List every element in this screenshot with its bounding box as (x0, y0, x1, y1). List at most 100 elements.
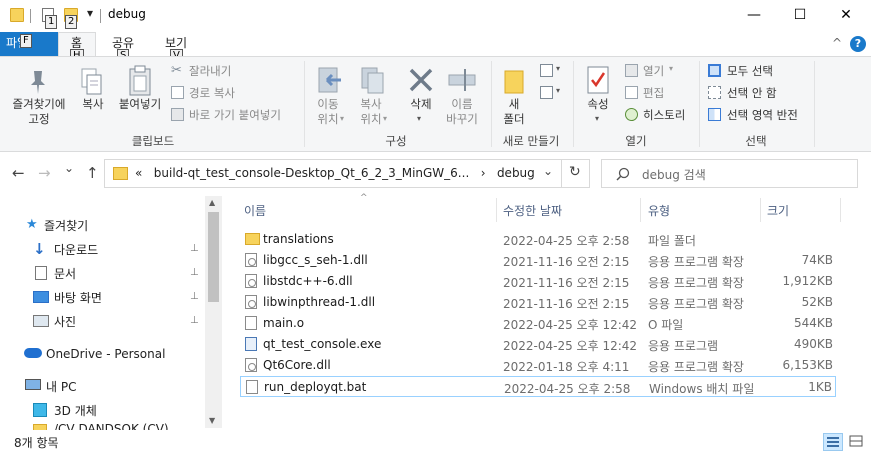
chevron-down-icon: ▾ (417, 114, 422, 123)
cell-type: 응용 프로그램 확장 (648, 360, 744, 374)
cell-name: libgcc_s_seh-1.dll (263, 253, 368, 267)
group-label-new: 새로 만들기 (502, 134, 560, 148)
paste-icon (129, 65, 151, 96)
large-icons-view-icon (849, 435, 863, 447)
delete-icon (409, 68, 433, 92)
recent-locations-button[interactable]: ⌄ (64, 161, 74, 175)
table-row[interactable]: qt_test_console.exe 2022-04-25 오후 12:42 응용… (240, 334, 836, 355)
scrollbar-thumb[interactable] (208, 212, 219, 302)
table-row[interactable]: run_deployqt.bat 2022-04-25 오후 2:58 Window… (240, 376, 836, 397)
quick-access-dropdown[interactable]: ▾ (87, 6, 93, 20)
cell-type: 응용 프로그램 확장 (648, 276, 744, 290)
search-icon (616, 167, 630, 181)
group-label-select: 선택 (745, 134, 767, 148)
select-none-icon (708, 86, 721, 99)
edit-icon (625, 86, 638, 99)
address-path[interactable]: « build-qt_test_console-Desktop_Qt_6_2_3… (135, 166, 535, 180)
paste-label: 붙여넣기 (118, 97, 162, 111)
pin-icon: ⊥ (190, 267, 199, 278)
group-label-open: 열기 (625, 134, 647, 148)
help-button[interactable]: ? (850, 36, 866, 52)
close-button[interactable]: ✕ (823, 0, 869, 32)
nav-item-label: 내 PC (46, 380, 77, 394)
back-button[interactable]: ← (12, 164, 25, 182)
cell-size: 1,912KB (782, 274, 833, 288)
file-icon (245, 316, 257, 330)
cell-size: 544KB (793, 316, 833, 330)
chevron-down-icon: ▾ (595, 114, 600, 123)
column-header-size[interactable]: 크기 (767, 202, 789, 219)
table-row[interactable]: libwinpthread-1.dll 2021-11-16 오전 2:15 응용 … (240, 292, 836, 313)
rename-label: 이름 바꾸기 (446, 97, 478, 126)
nav-item-drive[interactable]: /CV DANDSOK (CV) (0, 422, 205, 430)
cell-type: O 파일 (648, 318, 684, 332)
column-separator (496, 198, 497, 222)
file-list: ^ 이름 수정한 날짜 유형 크기 translations 2022-04-25… (222, 193, 871, 430)
computer-icon (25, 379, 41, 390)
column-header-type[interactable]: 유형 (648, 202, 670, 219)
separator (561, 160, 562, 187)
cell-name: libstdc++-6.dll (263, 274, 353, 288)
folder-icon (10, 8, 24, 22)
scroll-up-arrow[interactable]: ▲ (209, 198, 215, 207)
pin-icon: ⊥ (190, 315, 199, 326)
group-label-organize: 구성 (385, 134, 407, 148)
pin-icon (31, 71, 45, 94)
large-icons-view-button[interactable] (847, 433, 867, 451)
cube-icon (33, 403, 47, 417)
cell-type: 응용 프로그램 확장 (648, 297, 744, 311)
new-folder-icon (504, 70, 524, 94)
address-dropdown[interactable]: ⌄ (543, 164, 553, 178)
table-row[interactable]: libstdc++-6.dll 2021-11-16 오전 2:15 응용 프로그램… (240, 271, 836, 292)
maximize-button[interactable]: ☐ (777, 0, 823, 32)
new-folder-label: 새 폴더 (503, 97, 525, 126)
new-item-icon (540, 64, 553, 77)
nav-item-label: 사진 (54, 315, 77, 329)
cell-name: run_deployqt.bat (264, 380, 367, 394)
scissors-icon: ✂ (171, 63, 182, 78)
up-button[interactable]: ↑ (86, 164, 99, 182)
cell-modified: 2021-11-16 오전 2:15 (503, 255, 630, 269)
history-label: 히스토리 (643, 108, 686, 122)
minimize-button[interactable]: — (731, 0, 777, 32)
forward-button[interactable]: → (38, 164, 51, 182)
nav-pane-scrollbar[interactable]: ▲ ▼ (205, 196, 222, 428)
help-icon: ? (854, 37, 862, 50)
refresh-button[interactable]: ↻ (569, 164, 581, 180)
table-row[interactable]: translations 2022-04-25 오후 2:58 파일 폴더 (240, 229, 836, 250)
title-bar: 1 2 ▾ debug — ☐ ✕ (0, 0, 871, 32)
select-all-label: 모두 선택 (727, 64, 773, 78)
scroll-down-arrow[interactable]: ▼ (209, 416, 215, 425)
invert-selection-label: 선택 영역 반전 (727, 108, 798, 122)
application-icon (245, 337, 257, 351)
chevron-down-icon: ▾ (556, 86, 561, 95)
open-icon (625, 64, 638, 77)
separator (100, 9, 101, 23)
paste-shortcut-label: 바로 가기 붙여넣기 (189, 108, 281, 122)
details-view-icon (827, 437, 839, 447)
address-bar[interactable]: « build-qt_test_console-Desktop_Qt_6_2_3… (104, 159, 590, 188)
collapse-ribbon-button[interactable]: ^ (832, 36, 842, 50)
nav-item-label: /CV DANDSOK (CV) (54, 422, 169, 430)
details-view-button[interactable] (823, 433, 843, 451)
move-to-icon (318, 67, 341, 93)
search-box[interactable]: debug 검색 (601, 159, 858, 188)
desktop-icon (33, 291, 49, 303)
column-separator (840, 198, 841, 222)
invert-selection-icon (708, 108, 721, 121)
column-header-name[interactable]: 이름 (244, 202, 266, 219)
folder-icon (245, 233, 260, 245)
cell-modified: 2022-04-25 오후 2:58 (503, 234, 630, 248)
table-row[interactable]: libgcc_s_seh-1.dll 2021-11-16 오전 2:15 응용 프… (240, 250, 836, 271)
table-row[interactable]: main.o 2022-04-25 오후 12:42 O 파일 544KB (240, 313, 836, 334)
table-row[interactable]: Qt6Core.dll 2022-01-18 오후 4:11 응용 프로그램 확장 6… (240, 355, 836, 376)
column-header-modified[interactable]: 수정한 날짜 (503, 202, 562, 219)
cell-size: 6,153KB (782, 358, 833, 372)
download-icon: ↓ (33, 240, 46, 258)
group-separator (491, 61, 492, 147)
nav-item-label: 3D 개체 (54, 404, 97, 418)
copy-path-icon (171, 86, 184, 99)
nav-item-label: OneDrive - Personal (46, 347, 166, 361)
cell-modified: 2022-04-25 오후 2:58 (504, 382, 631, 396)
cell-type: 파일 폴더 (648, 234, 696, 248)
